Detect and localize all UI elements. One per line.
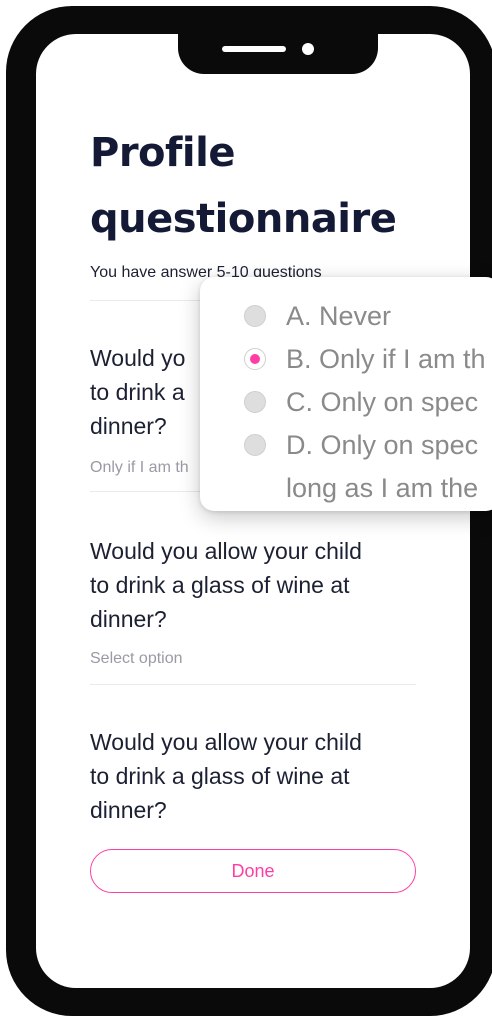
options-popup: A. Never B. Only if I am th C. Only on s…	[200, 277, 492, 511]
notch	[178, 34, 378, 74]
question-3-line1: Would you allow your child	[90, 729, 362, 755]
question-1-line2: to drink a	[90, 379, 185, 405]
option-c[interactable]: C. Only on spec	[244, 381, 486, 424]
radio-unselected-icon[interactable]	[244, 434, 266, 456]
front-camera	[302, 43, 314, 55]
app-stage: Profile questionnaire You have answer 5-…	[0, 0, 492, 1019]
option-a-label: A. Never	[286, 301, 392, 331]
question-2-line2: to drink a glass of wine at	[90, 572, 350, 598]
question-3-line2: to drink a glass of wine at	[90, 763, 350, 789]
speaker-grille	[222, 46, 286, 52]
question-3-line3: dinner?	[90, 797, 167, 823]
question-3-text: Would you allow your child to drink a gl…	[90, 725, 416, 827]
options-list: A. Never B. Only if I am th C. Only on s…	[244, 295, 486, 510]
option-d-label: D. Only on spec long as I am the	[286, 424, 478, 510]
option-b[interactable]: B. Only if I am th	[244, 338, 486, 381]
page-title-line2: questionnaire	[90, 196, 397, 242]
option-b-label: B. Only if I am th	[286, 344, 486, 374]
page-title: Profile questionnaire	[90, 120, 416, 252]
phone-frame: Profile questionnaire You have answer 5-…	[6, 6, 492, 1016]
option-d-label-line2: long as I am the	[286, 473, 479, 503]
option-d[interactable]: D. Only on spec long as I am the	[244, 424, 486, 510]
radio-unselected-icon[interactable]	[244, 391, 266, 413]
phone-screen: Profile questionnaire You have answer 5-…	[36, 34, 470, 988]
radio-selected-icon[interactable]	[244, 348, 266, 370]
question-2-line1: Would you allow your child	[90, 538, 362, 564]
question-2-line3: dinner?	[90, 606, 167, 632]
question-2-text: Would you allow your child to drink a gl…	[90, 534, 416, 636]
question-2[interactable]: Would you allow your child to drink a gl…	[90, 492, 416, 668]
done-button[interactable]: Done	[90, 849, 416, 893]
question-3[interactable]: Would you allow your child to drink a gl…	[90, 685, 416, 827]
option-c-label: C. Only on spec	[286, 387, 479, 417]
radio-unselected-icon[interactable]	[244, 305, 266, 327]
option-a[interactable]: A. Never	[244, 295, 486, 338]
question-2-select[interactable]: Select option	[90, 650, 416, 668]
page-title-line1: Profile	[90, 130, 235, 176]
question-1-line3: dinner?	[90, 413, 167, 439]
option-d-label-line1: D. Only on spec	[286, 430, 479, 460]
question-1-line1: Would yo	[90, 345, 186, 371]
